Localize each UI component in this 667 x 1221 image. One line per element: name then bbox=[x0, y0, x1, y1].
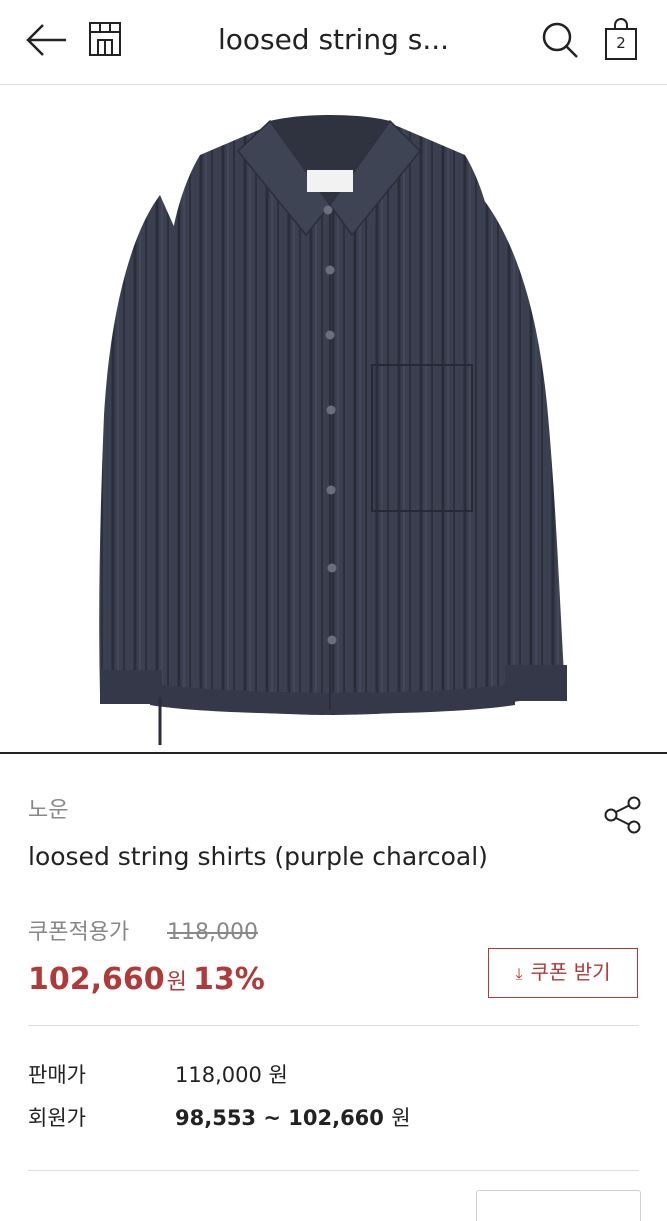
member-price-value[interactable]: 98,553 ~ 102,660 원 bbox=[175, 1103, 411, 1133]
member-price-amount: 98,553 ~ 102,660 bbox=[175, 1106, 384, 1130]
member-price-unit: 원 bbox=[391, 1106, 411, 1130]
shopping-bag-icon[interactable]: 2 bbox=[604, 17, 638, 61]
partial-bottom-button[interactable] bbox=[476, 1190, 641, 1221]
home-shop-icon[interactable] bbox=[86, 20, 124, 58]
price-row-value: 118,000 원 bbox=[175, 1060, 288, 1090]
sale-price: 102,660원 bbox=[28, 960, 187, 1003]
product-image[interactable] bbox=[0, 85, 667, 752]
member-price-label: 회원가 bbox=[28, 1106, 86, 1130]
original-price: 118,000 bbox=[167, 920, 258, 945]
coupon-price-label: 쿠폰적용가 bbox=[28, 920, 130, 945]
product-name: loosed string shirts (purple charcoal) bbox=[28, 842, 488, 871]
sale-price-currency: 원 bbox=[166, 970, 187, 995]
image-divider bbox=[0, 752, 667, 754]
search-icon[interactable] bbox=[540, 20, 580, 60]
get-coupon-label: 쿠폰 받기 bbox=[530, 960, 611, 984]
price-row-amount: 118,000 bbox=[175, 1063, 262, 1087]
top-app-bar: loosed string s... 2 bbox=[0, 0, 667, 85]
page-title: loosed string s... bbox=[217, 23, 450, 56]
price-row-unit: 원 bbox=[268, 1063, 288, 1087]
discount-rate: 13% bbox=[193, 962, 265, 997]
cart-count-badge: 2 bbox=[616, 34, 626, 52]
shirt-illustration bbox=[99, 115, 567, 745]
get-coupon-button[interactable]: ⤓ 쿠폰 받기 bbox=[488, 948, 638, 998]
brand-name[interactable]: 노운 bbox=[28, 796, 68, 826]
share-icon[interactable] bbox=[603, 795, 643, 835]
download-arrow-icon: ⤓ bbox=[515, 964, 523, 983]
divider bbox=[28, 1170, 639, 1171]
price-row-label: 판매가 bbox=[28, 1063, 86, 1087]
divider bbox=[28, 1025, 639, 1026]
back-arrow-icon[interactable] bbox=[24, 20, 70, 60]
sale-price-value: 102,660 bbox=[28, 962, 165, 997]
